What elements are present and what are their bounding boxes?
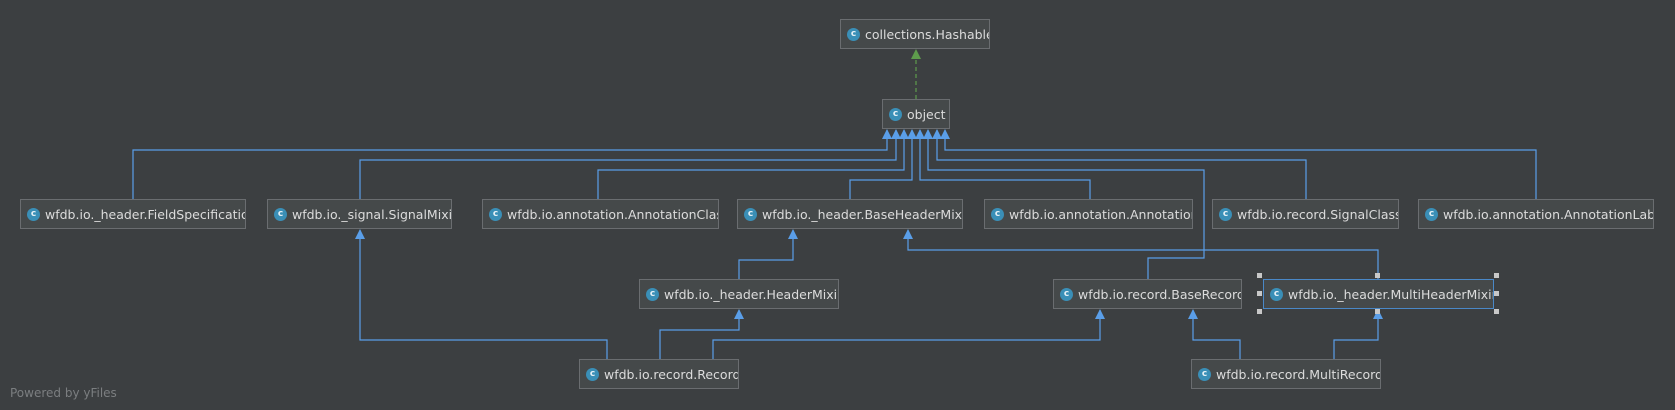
edge-header-mixin-to-base-header-mixin[interactable] — [738, 229, 798, 279]
class-node-header-mixin[interactable]: c wfdb.io._header.HeaderMixin — [639, 279, 839, 309]
class-node-label: wfdb.io.record.Record — [604, 366, 739, 382]
class-node-field-specification[interactable]: c wfdb.io._header.FieldSpecification — [20, 199, 246, 229]
yfiles-watermark: Powered by yFiles — [10, 386, 117, 400]
class-icon: c — [1198, 367, 1211, 381]
edge-base-header-mixin-to-object[interactable] — [849, 129, 917, 199]
class-node-annotation[interactable]: c wfdb.io.annotation.Annotation — [984, 199, 1193, 229]
edge-record-to-signal-mixin[interactable] — [355, 229, 608, 359]
edge-field-specification-to-object[interactable] — [132, 129, 892, 199]
class-node-label: wfdb.io._header.HeaderMixin — [664, 286, 839, 302]
edge-multi-header-mixin-to-base-header-mixin[interactable] — [903, 229, 1379, 279]
class-node-label: object — [907, 106, 946, 122]
selection-handle-top-middle[interactable] — [1375, 273, 1380, 278]
class-node-base-header-mixin[interactable]: c wfdb.io._header.BaseHeaderMixin — [737, 199, 963, 229]
class-icon: c — [744, 207, 757, 221]
class-icon: c — [27, 207, 40, 221]
class-node-label: collections.Hashable — [865, 26, 990, 42]
class-icon: c — [847, 27, 860, 41]
class-icon: c — [1425, 207, 1438, 221]
class-icon: c — [1060, 287, 1073, 301]
class-node-annotation-label[interactable]: c wfdb.io.annotation.AnnotationLabel — [1418, 199, 1654, 229]
selection-handle-bottom-middle[interactable] — [1375, 309, 1380, 314]
class-node-label: wfdb.io._header.MultiHeaderMixin — [1288, 286, 1494, 302]
edge-multi-record-to-multi-header-mixin[interactable] — [1333, 309, 1383, 359]
class-node-label: wfdb.io.record.MultiRecord — [1216, 366, 1381, 382]
class-node-signal-class[interactable]: c wfdb.io.record.SignalClass — [1212, 199, 1399, 229]
class-node-label: wfdb.io._header.FieldSpecification — [45, 206, 246, 222]
class-node-collections-hashable[interactable]: c collections.Hashable — [840, 19, 990, 49]
class-icon: c — [991, 207, 1004, 221]
class-icon: c — [646, 287, 659, 301]
class-node-multi-record[interactable]: c wfdb.io.record.MultiRecord — [1191, 359, 1381, 389]
class-node-label: wfdb.io.annotation.AnnotationLabel — [1443, 206, 1654, 222]
selection-handle-bottom-right[interactable] — [1494, 309, 1499, 314]
class-icon: c — [274, 207, 287, 221]
selection-handle-middle-right[interactable] — [1494, 291, 1499, 296]
edge-annotation-class-to-object[interactable] — [597, 129, 909, 199]
class-node-signal-mixin[interactable]: c wfdb.io._signal.SignalMixin — [267, 199, 452, 229]
class-node-annotation-class[interactable]: c wfdb.io.annotation.AnnotationClass — [482, 199, 719, 229]
edge-signal-class-to-object[interactable] — [932, 129, 1307, 199]
selection-handle-top-right[interactable] — [1494, 273, 1499, 278]
class-node-multi-header-mixin[interactable]: c wfdb.io._header.MultiHeaderMixin — [1263, 279, 1494, 309]
edge-record-to-base-record[interactable] — [712, 309, 1105, 359]
selection-handle-middle-left[interactable] — [1257, 291, 1262, 296]
class-icon: c — [1270, 287, 1283, 301]
edge-signal-mixin-to-object[interactable] — [359, 129, 901, 199]
edge-multi-record-to-base-record[interactable] — [1188, 309, 1241, 359]
class-node-label: wfdb.io.record.BaseRecord — [1078, 286, 1242, 302]
class-node-label: wfdb.io.annotation.AnnotationClass — [507, 206, 719, 222]
class-node-label: wfdb.io._header.BaseHeaderMixin — [762, 206, 963, 222]
edge-annotation-label-to-object[interactable] — [940, 129, 1537, 199]
class-node-label: wfdb.io._signal.SignalMixin — [292, 206, 452, 222]
edge-record-to-header-mixin[interactable] — [659, 309, 744, 359]
class-icon: c — [1219, 207, 1232, 221]
class-icon: c — [489, 207, 502, 221]
class-icon: c — [889, 107, 902, 121]
selection-handle-top-left[interactable] — [1257, 273, 1262, 278]
class-node-label: wfdb.io.record.SignalClass — [1237, 206, 1399, 222]
class-node-object[interactable]: c object — [882, 99, 950, 129]
class-icon: c — [586, 367, 599, 381]
selection-handle-bottom-left[interactable] — [1257, 309, 1262, 314]
class-node-record[interactable]: c wfdb.io.record.Record — [579, 359, 739, 389]
class-node-label: wfdb.io.annotation.Annotation — [1009, 206, 1193, 222]
class-node-base-record[interactable]: c wfdb.io.record.BaseRecord — [1053, 279, 1242, 309]
